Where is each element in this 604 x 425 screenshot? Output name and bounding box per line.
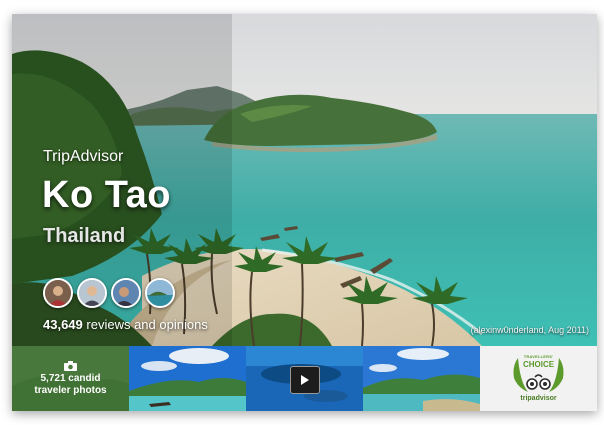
thumbnail-strip: 5,721 candid traveler photos TRAVELLERS'… (12, 346, 597, 411)
bay-thumbnail[interactable] (363, 346, 480, 411)
hero-photo[interactable]: TripAdvisor Ko Tao Thailand 43,649 revie… (12, 14, 597, 346)
reviews-summary[interactable]: 43,649 reviews and opinions (43, 317, 208, 332)
destination-title[interactable]: Ko Tao (42, 174, 171, 217)
avatar[interactable] (43, 278, 73, 308)
video-thumbnail[interactable] (246, 346, 363, 411)
destination-country[interactable]: Thailand (43, 225, 125, 248)
reviewer-avatars (43, 278, 175, 308)
landscape-photo-icon (147, 280, 173, 306)
camera-icon (64, 360, 77, 371)
traveler-photos-thumbnail[interactable]: 5,721 candid traveler photos (12, 346, 129, 411)
person-photo-icon (113, 280, 139, 306)
person-photo-icon (45, 280, 71, 306)
travellers-choice-award[interactable]: TRAVELLERS' CHOICE tripadvisor (480, 346, 597, 411)
photos-count: 5,721 candid (40, 372, 101, 384)
bay-photo-icon (363, 346, 480, 411)
reviews-count: 43,649 (43, 317, 83, 332)
tripadvisor-logo-text: tripadvisor (520, 395, 557, 402)
person-photo-icon (79, 280, 105, 306)
award-top-line: TRAVELLERS' (523, 354, 554, 359)
photos-label: traveler photos (34, 384, 107, 396)
play-icon (301, 375, 309, 385)
avatar[interactable] (145, 278, 175, 308)
beach-thumbnail[interactable] (129, 346, 246, 411)
destination-card: TripAdvisor Ko Tao Thailand 43,649 revie… (12, 14, 597, 411)
beach-photo-icon (129, 346, 246, 411)
brand-name: TripAdvisor (43, 148, 124, 165)
photos-overlay: 5,721 candid traveler photos (12, 346, 129, 411)
award-choice-line: CHOICE (522, 360, 555, 369)
photo-credit: (alexinw0nderland, Aug 2011) (470, 325, 589, 335)
play-button[interactable] (290, 366, 320, 394)
reviews-label: reviews and opinions (86, 317, 208, 332)
avatar[interactable] (77, 278, 107, 308)
avatar[interactable] (111, 278, 141, 308)
